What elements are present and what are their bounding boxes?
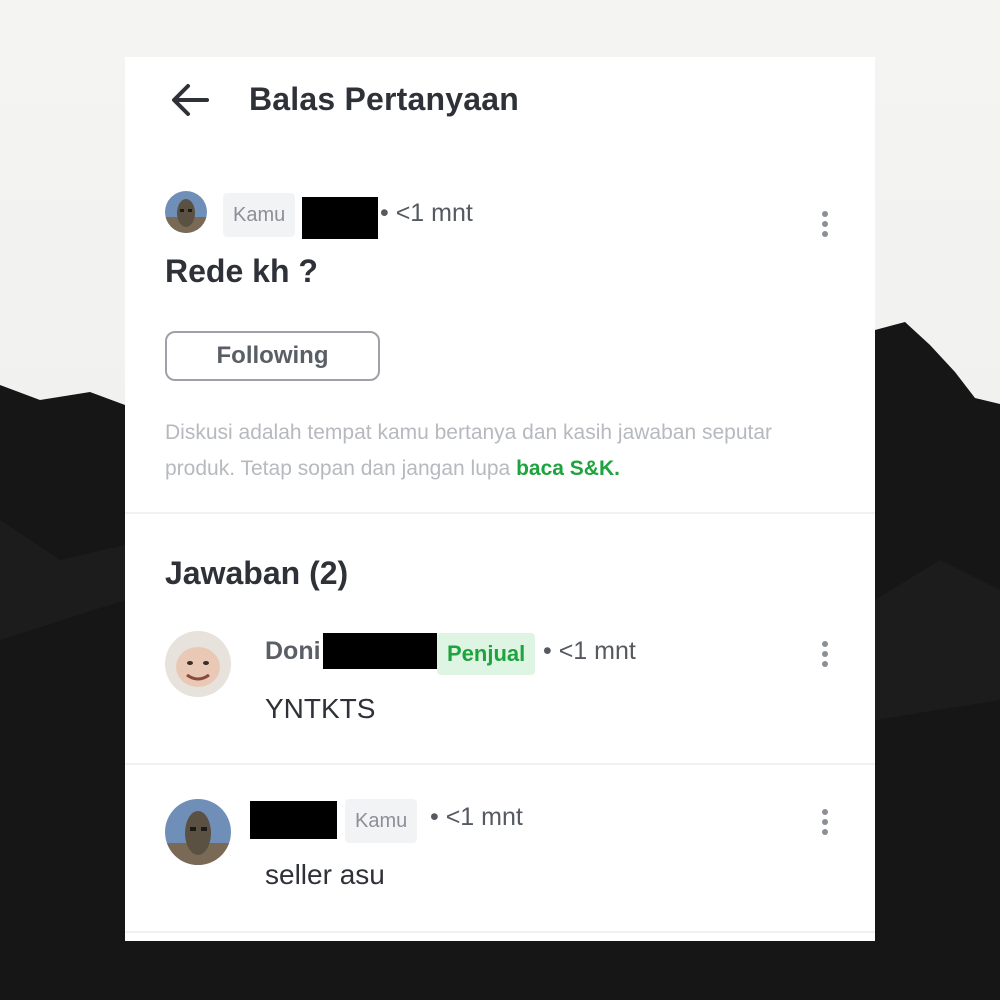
you-badge: Kamu [223, 193, 296, 237]
you-badge: Kamu [345, 799, 418, 843]
divider [125, 763, 875, 765]
page-title: Balas Pertanyaan [249, 81, 520, 117]
following-button[interactable]: Following [165, 331, 380, 381]
header: Balas Pertanyaan [125, 57, 875, 147]
more-vertical-icon[interactable] [818, 639, 832, 669]
discussion-disclaimer: Diskusi adalah tempat kamu bertanya dan … [165, 415, 845, 487]
avatar[interactable] [165, 799, 231, 865]
answer-text: YNTKTS [265, 693, 376, 724]
redacted-name [250, 801, 337, 839]
arrow-left-icon[interactable] [169, 79, 211, 121]
avatar[interactable] [165, 631, 231, 697]
question-text: Rede kh ? [165, 253, 318, 289]
more-vertical-icon[interactable] [818, 807, 832, 837]
redacted-name [323, 633, 437, 669]
answer-text: seller asu [265, 859, 385, 890]
seller-badge: Penjual [437, 633, 536, 675]
avatar[interactable] [165, 191, 207, 233]
disclaimer-text: Diskusi adalah tempat kamu bertanya dan … [165, 421, 773, 480]
divider [125, 931, 875, 933]
answers-heading: Jawaban (2) [165, 555, 349, 591]
timestamp: • <1 mnt [543, 637, 636, 665]
screenshot-card: Balas Pertanyaan Kamu • <1 mnt Rede kh ?… [125, 57, 875, 941]
more-vertical-icon[interactable] [818, 209, 832, 239]
timestamp: • <1 mnt [380, 199, 473, 227]
divider [125, 512, 875, 514]
timestamp: • <1 mnt [430, 803, 523, 831]
answer-author-name: Doni [265, 637, 321, 665]
redacted-name [302, 197, 378, 239]
terms-link[interactable]: baca S&K. [516, 457, 620, 480]
